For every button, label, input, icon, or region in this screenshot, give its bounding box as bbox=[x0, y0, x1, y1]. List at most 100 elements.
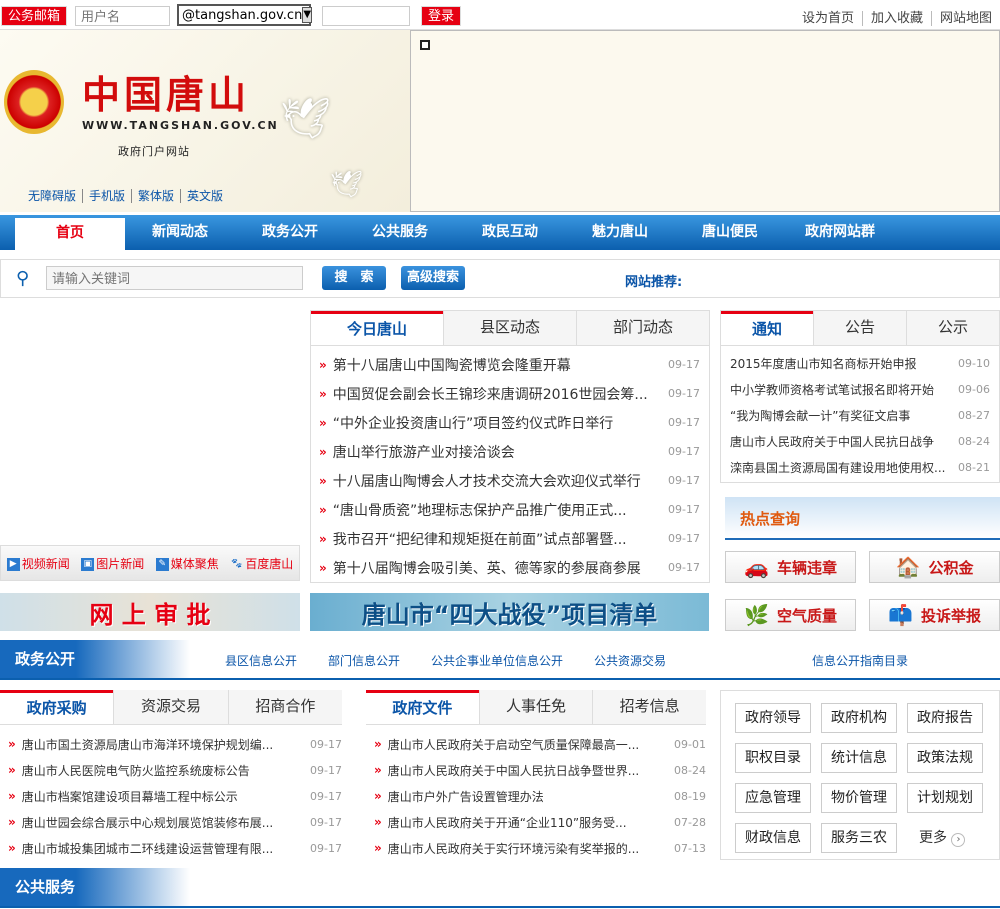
search-input[interactable] bbox=[46, 266, 303, 290]
list-item[interactable]: » 唐山市人民政府关于开通“企业110”服务受... 07-28 bbox=[374, 809, 706, 835]
item-title[interactable]: 2015年度唐山市知名商标开始申报 bbox=[730, 355, 950, 372]
list-item[interactable]: » 唐山市档案馆建设项目幕墙工程中标公示 09-17 bbox=[8, 783, 342, 809]
mobile-version-link[interactable]: 手机版 bbox=[82, 189, 132, 203]
item-title[interactable]: “唐山骨质瓷”地理标志保护产品推广使用正式... bbox=[333, 500, 660, 520]
item-title[interactable]: “我为陶博会献一计”有奖征文启事 bbox=[730, 407, 950, 424]
item-title[interactable]: 滦南县国土资源局国有建设用地使用权... bbox=[730, 459, 950, 476]
item-title[interactable]: 中小学教师资格考试笔试报名即将开始 bbox=[730, 381, 950, 398]
vehicle-violation-button[interactable]: 🚗 车辆违章 bbox=[725, 551, 856, 583]
search-button[interactable]: 搜 索 bbox=[322, 266, 386, 290]
air-quality-button[interactable]: 🌿 空气质量 bbox=[725, 599, 856, 631]
gov-directory-button[interactable]: 统计信息 bbox=[821, 743, 897, 773]
list-item[interactable]: » 唐山世园会综合展示中心规划展览馆装修布展... 09-17 bbox=[8, 809, 342, 835]
item-title[interactable]: 中国贸促会副会长王锦珍来唐调研2016世园会筹... bbox=[333, 384, 660, 404]
gov-directory-button[interactable]: 政府领导 bbox=[735, 703, 811, 733]
housing-fund-button[interactable]: 🏠 公积金 bbox=[869, 551, 1000, 583]
gov-directory-button[interactable]: 应急管理 bbox=[735, 783, 811, 813]
list-item[interactable]: » 唐山市户外广告设置管理办法 08-19 bbox=[374, 783, 706, 809]
accessible-version-link[interactable]: 无障碍版 bbox=[28, 189, 82, 203]
list-item[interactable]: » 唐山市城投集团城市二环线建设运营管理有限... 09-17 bbox=[8, 835, 342, 861]
item-title[interactable]: 唐山市人民政府关于中国人民抗日战争暨世界... bbox=[388, 762, 666, 779]
sitemap-link[interactable]: 网站地图 bbox=[930, 11, 1000, 26]
english-version-link[interactable]: 英文版 bbox=[180, 189, 230, 203]
advanced-search-button[interactable]: 高级搜索 bbox=[401, 266, 465, 290]
tab-investment[interactable]: 招商合作 bbox=[227, 690, 342, 724]
list-item[interactable]: » “中外企业投资唐山行”项目签约仪式昨日举行 09-17 bbox=[319, 408, 700, 437]
photo-news-link[interactable]: ▣ 图片新闻 bbox=[81, 555, 144, 572]
list-item[interactable]: » 第十八届陶博会吸引美、英、德等家的参展商参展 09-17 bbox=[319, 553, 700, 582]
dept-info-link[interactable]: 部门信息公开 bbox=[328, 652, 400, 669]
list-item[interactable]: » 中国贸促会副会长王锦珍来唐调研2016世园会筹... 09-17 bbox=[319, 379, 700, 408]
traditional-version-link[interactable]: 繁体版 bbox=[131, 189, 181, 203]
nav-public-service[interactable]: 公共服务 bbox=[345, 215, 455, 250]
item-title[interactable]: 唐山世园会综合展示中心规划展览馆装修布展... bbox=[22, 814, 302, 831]
item-title[interactable]: 唐山市人民政府关于启动空气质量保障最高一... bbox=[388, 736, 666, 753]
list-item[interactable]: 唐山市人民政府关于中国人民抗日战争 08-24 bbox=[730, 428, 990, 454]
tab-announcement[interactable]: 公告 bbox=[813, 311, 906, 345]
nav-convenience[interactable]: 唐山便民 bbox=[675, 215, 785, 250]
item-title[interactable]: 第十八届唐山中国陶瓷博览会隆重开幕 bbox=[333, 355, 660, 375]
tab-today-tangshan[interactable]: 今日唐山 bbox=[311, 311, 443, 345]
item-title[interactable]: “中外企业投资唐山行”项目签约仪式昨日举行 bbox=[333, 413, 660, 433]
set-homepage-link[interactable]: 设为首页 bbox=[794, 11, 862, 26]
login-button[interactable]: 登录 bbox=[421, 6, 462, 26]
tab-notice[interactable]: 通知 bbox=[721, 311, 813, 345]
complaint-button[interactable]: 📫 投诉举报 bbox=[869, 599, 1000, 631]
gov-directory-button[interactable]: 职权目录 bbox=[735, 743, 811, 773]
list-item[interactable]: 中小学教师资格考试笔试报名即将开始 09-06 bbox=[730, 376, 990, 402]
gov-directory-button[interactable]: 物价管理 bbox=[821, 783, 897, 813]
item-title[interactable]: 唐山市城投集团城市二环线建设运营管理有限... bbox=[22, 840, 302, 857]
list-item[interactable]: » 唐山市人民政府关于中国人民抗日战争暨世界... 08-24 bbox=[374, 757, 706, 783]
item-title[interactable]: 唐山市人民医院电气防火监控系统废标公告 bbox=[22, 762, 302, 779]
tab-dept-news[interactable]: 部门动态 bbox=[576, 311, 709, 345]
gov-directory-button[interactable]: 服务三农 bbox=[821, 823, 897, 853]
baidu-tangshan-link[interactable]: 🐾 百度唐山 bbox=[230, 555, 293, 572]
list-item[interactable]: » 唐山市国土资源局唐山市海洋环境保护规划编... 09-17 bbox=[8, 731, 342, 757]
tab-gov-documents[interactable]: 政府文件 bbox=[366, 690, 479, 724]
info-guide-link[interactable]: 信息公开指南目录 bbox=[812, 652, 908, 669]
tab-personnel[interactable]: 人事任免 bbox=[478, 690, 593, 724]
item-title[interactable]: 唐山市档案馆建设项目幕墙工程中标公示 bbox=[22, 788, 302, 805]
item-title[interactable]: 十八届唐山陶博会人才技术交流大会欢迎仪式举行 bbox=[333, 471, 660, 491]
list-item[interactable]: » 唐山市人民政府关于实行环境污染有奖举报的... 07-13 bbox=[374, 835, 706, 861]
item-title[interactable]: 第十八届陶博会吸引美、英、德等家的参展商参展 bbox=[333, 558, 660, 578]
list-item[interactable]: » 唐山举行旅游产业对接洽谈会 09-17 bbox=[319, 437, 700, 466]
public-unit-info-link[interactable]: 公共企事业单位信息公开 bbox=[431, 652, 563, 669]
item-title[interactable]: 唐山市国土资源局唐山市海洋环境保护规划编... bbox=[22, 736, 302, 753]
item-title[interactable]: 唐山市户外广告设置管理办法 bbox=[388, 788, 666, 805]
item-title[interactable]: 唐山举行旅游产业对接洽谈会 bbox=[333, 442, 660, 462]
nav-site-group[interactable]: 政府网站群 bbox=[785, 215, 895, 250]
online-approval-banner[interactable]: 网 上 审 批 bbox=[0, 593, 300, 631]
tab-resource-trade[interactable]: 资源交易 bbox=[113, 690, 228, 724]
item-title[interactable]: 我市召开“把纪律和规矩挺在前面”试点部署暨... bbox=[333, 529, 660, 549]
gov-directory-button[interactable]: 政府报告 bbox=[907, 703, 983, 733]
username-input[interactable] bbox=[75, 6, 170, 26]
tab-county-news[interactable]: 县区动态 bbox=[443, 311, 576, 345]
item-title[interactable]: 唐山市人民政府关于中国人民抗日战争 bbox=[730, 433, 950, 450]
item-title[interactable]: 唐山市人民政府关于实行环境污染有奖举报的... bbox=[388, 840, 666, 857]
list-item[interactable]: » 我市召开“把纪律和规矩挺在前面”试点部署暨... 09-17 bbox=[319, 524, 700, 553]
list-item[interactable]: » 唐山市人民政府关于启动空气质量保障最高一... 09-01 bbox=[374, 731, 706, 757]
county-info-link[interactable]: 县区信息公开 bbox=[225, 652, 297, 669]
password-input[interactable] bbox=[322, 6, 410, 26]
list-item[interactable]: » 第十八届唐山中国陶瓷博览会隆重开幕 09-17 bbox=[319, 350, 700, 379]
gov-directory-button[interactable]: 政府机构 bbox=[821, 703, 897, 733]
list-item[interactable]: 2015年度唐山市知名商标开始申报 09-10 bbox=[730, 350, 990, 376]
nav-charm[interactable]: 魅力唐山 bbox=[565, 215, 675, 250]
list-item[interactable]: 滦南县国土资源局国有建设用地使用权... 08-21 bbox=[730, 454, 990, 480]
tab-gov-procurement[interactable]: 政府采购 bbox=[0, 690, 114, 724]
nav-news[interactable]: 新闻动态 bbox=[125, 215, 235, 250]
list-item[interactable]: “我为陶博会献一计”有奖征文启事 08-27 bbox=[730, 402, 990, 428]
public-resource-link[interactable]: 公共资源交易 bbox=[594, 652, 666, 669]
list-item[interactable]: » “唐山骨质瓷”地理标志保护产品推广使用正式... 09-17 bbox=[319, 495, 700, 524]
more-link[interactable]: 更多 › bbox=[907, 823, 983, 853]
list-item[interactable]: » 唐山市人民医院电气防火监控系统废标公告 09-17 bbox=[8, 757, 342, 783]
gov-directory-button[interactable]: 财政信息 bbox=[735, 823, 811, 853]
tab-exam-info[interactable]: 招考信息 bbox=[592, 690, 707, 724]
tab-publicity[interactable]: 公示 bbox=[906, 311, 999, 345]
gov-directory-button[interactable]: 计划规划 bbox=[907, 783, 983, 813]
list-item[interactable]: » 十八届唐山陶博会人才技术交流大会欢迎仪式举行 09-17 bbox=[319, 466, 700, 495]
nav-home[interactable]: 首页 bbox=[15, 218, 125, 250]
nav-interaction[interactable]: 政民互动 bbox=[455, 215, 565, 250]
domain-select[interactable]: @tangshan.gov.cn ▼ bbox=[177, 4, 313, 26]
